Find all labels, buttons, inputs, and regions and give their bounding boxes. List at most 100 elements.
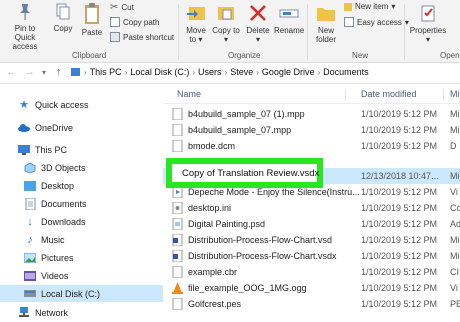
sidebar-item-desktop[interactable]: Desktop bbox=[0, 177, 182, 194]
sidebar-item-local-disk[interactable]: Local Disk (C:) bbox=[0, 285, 182, 302]
file-date: 1/10/2019 5:12 PM bbox=[361, 299, 438, 309]
sidebar-item-music[interactable]: ♪ Music bbox=[0, 231, 182, 248]
address-bar: ← → ▾ ↑ › This PC › Local Disk (C:) › Us… bbox=[0, 63, 460, 84]
file-date: 1/10/2019 5:12 PM bbox=[361, 235, 438, 245]
new-item-label: New item bbox=[355, 2, 389, 11]
clipboard-group-label: Clipboard bbox=[72, 51, 107, 60]
file-name: desktop.ini bbox=[188, 203, 232, 213]
sidebar-item-label: Desktop bbox=[41, 180, 75, 191]
file-type: Mi bbox=[450, 125, 460, 135]
copy-to-button[interactable]: Copy to ▾ bbox=[212, 2, 240, 44]
cube-icon bbox=[24, 162, 36, 174]
crumb-users[interactable]: Users bbox=[198, 67, 222, 77]
file-name: file_example_OOG_1MG.ogg bbox=[188, 283, 307, 293]
crumb-steve[interactable]: Steve bbox=[230, 67, 253, 77]
file-type: Ad bbox=[450, 219, 460, 229]
forward-arrow-icon[interactable]: → bbox=[24, 66, 35, 78]
desktop-folder-icon bbox=[24, 180, 36, 192]
file-date: 1/10/2019 5:12 PM bbox=[361, 141, 438, 151]
clipboard-icon bbox=[85, 3, 99, 24]
ribbon-divider bbox=[404, 4, 405, 60]
scissors-icon: ✂ bbox=[110, 2, 119, 13]
copy-path-button[interactable]: Copy path bbox=[110, 17, 159, 27]
copy-path-icon bbox=[110, 17, 120, 27]
easy-access-label: Easy access bbox=[357, 17, 402, 27]
paste-label: Paste bbox=[81, 28, 103, 37]
file-date: 1/10/2019 5:12 PM bbox=[361, 109, 438, 119]
sidebar-item-quick-access[interactable]: ★ Quick access bbox=[0, 96, 176, 113]
sidebar-item-3d-objects[interactable]: 3D Objects bbox=[0, 159, 182, 176]
highlighted-file-callout[interactable]: Copy of Translation Review.vsdx bbox=[166, 158, 323, 188]
new-folder-button[interactable]: New folder bbox=[311, 2, 341, 44]
recent-chevron-icon[interactable]: ▾ bbox=[42, 68, 46, 77]
file-list: Name Date modified Mi b4ubuild_sample_07… bbox=[163, 84, 460, 322]
ribbon-divider bbox=[178, 4, 179, 60]
file-row[interactable]: desktop.ini 1/10/2019 5:12 PM Co bbox=[163, 200, 460, 216]
breadcrumb-chevron-icon: › bbox=[256, 67, 259, 77]
sidebar-item-onedrive[interactable]: OneDrive bbox=[0, 119, 176, 136]
move-to-label: Move to bbox=[186, 26, 206, 44]
pin-label: Pin to Quick access bbox=[12, 24, 38, 51]
file-row[interactable]: example.cbr 1/10/2019 5:12 PM CI bbox=[163, 264, 460, 280]
rename-button[interactable]: Rename bbox=[274, 2, 304, 35]
crumb-google-drive[interactable]: Google Drive bbox=[262, 67, 315, 77]
file-row[interactable]: bmode.dcm 1/10/2019 5:12 PM D bbox=[163, 138, 460, 154]
sidebar-item-downloads[interactable]: ↓ Downloads bbox=[0, 213, 182, 230]
copy-button[interactable]: Copy bbox=[50, 2, 76, 33]
new-folder-icon bbox=[317, 8, 335, 21]
back-arrow-icon[interactable]: ← bbox=[6, 66, 17, 78]
properties-button[interactable]: Properties ▾ bbox=[408, 2, 448, 44]
move-to-button[interactable]: Move to ▾ bbox=[182, 2, 210, 44]
vlc-cone-icon bbox=[172, 282, 183, 294]
ribbon: Pin to Quick access Copy Paste ✂ Cut Cop… bbox=[0, 0, 460, 63]
sidebar-item-label: Quick access bbox=[35, 99, 89, 110]
sidebar-item-network[interactable]: Network bbox=[0, 304, 176, 321]
new-item-button[interactable]: New item ▾ bbox=[344, 2, 395, 11]
paste-shortcut-button[interactable]: Paste shortcut bbox=[110, 32, 174, 42]
ribbon-divider bbox=[307, 4, 308, 60]
document-file-icon bbox=[172, 298, 183, 310]
organize-group-label: Organize bbox=[228, 51, 261, 60]
copy-label: Copy bbox=[53, 24, 73, 33]
new-group-label: New bbox=[352, 51, 369, 60]
column-header-name[interactable]: Name bbox=[177, 89, 201, 99]
cloud-icon bbox=[18, 122, 30, 134]
file-row[interactable]: Digital Painting.psd 1/10/2019 5:12 PM A… bbox=[163, 216, 460, 232]
sidebar-item-videos[interactable]: Videos bbox=[0, 267, 182, 284]
sidebar-item-label: Local Disk (C:) bbox=[41, 288, 101, 299]
sidebar-item-pictures[interactable]: Pictures bbox=[0, 249, 182, 266]
file-row[interactable]: b4ubuild_sample_07.mpp 1/10/2019 5:12 PM… bbox=[163, 122, 460, 138]
file-date: 1/10/2019 5:12 PM bbox=[361, 219, 438, 229]
file-row[interactable]: Golfcrest.pes 1/10/2019 5:12 PM PE bbox=[163, 296, 460, 312]
music-icon: ♪ bbox=[27, 233, 33, 246]
sidebar-item-label: Pictures bbox=[41, 252, 74, 263]
cut-button[interactable]: ✂ Cut bbox=[110, 2, 134, 13]
sidebar-item-label: Network bbox=[35, 307, 69, 318]
paste-button[interactable]: Paste bbox=[78, 2, 106, 37]
sidebar-item-documents[interactable]: Documents bbox=[0, 195, 182, 212]
column-header-date[interactable]: Date modified bbox=[361, 89, 417, 99]
delete-button[interactable]: Delete ▾ bbox=[244, 2, 272, 44]
sidebar-item-this-pc[interactable]: This PC bbox=[0, 141, 176, 158]
column-header-type[interactable]: Mi bbox=[450, 89, 460, 99]
file-type: Co bbox=[450, 203, 460, 213]
easy-access-button[interactable]: Easy access ▾ bbox=[344, 17, 409, 27]
file-row[interactable]: Distribution-Process-Flow-Chart.vsdx 1/1… bbox=[163, 248, 460, 264]
file-name: Golfcrest.pes bbox=[188, 299, 242, 309]
file-row[interactable]: b4ubuild_sample_07 (1).mpp 1/10/2019 5:1… bbox=[163, 106, 460, 122]
crumb-local-disk[interactable]: Local Disk (C:) bbox=[130, 67, 189, 77]
crumb-documents[interactable]: Documents bbox=[323, 67, 369, 77]
file-name: example.cbr bbox=[188, 267, 238, 277]
copy-folder-icon bbox=[218, 7, 234, 20]
file-row[interactable]: Distribution-Process-Flow-Chart.vsd 1/10… bbox=[163, 232, 460, 248]
crumb-this-pc[interactable]: This PC bbox=[90, 67, 122, 77]
pin-quick-access-button[interactable]: Pin to Quick access bbox=[4, 2, 46, 51]
documents-icon bbox=[24, 197, 36, 210]
file-date: 1/10/2019 5:12 PM bbox=[361, 251, 438, 261]
visio-file-icon bbox=[172, 250, 183, 262]
document-file-icon bbox=[172, 124, 183, 136]
file-name: Distribution-Process-Flow-Chart.vsdx bbox=[188, 251, 337, 261]
up-arrow-icon[interactable]: ↑ bbox=[56, 66, 62, 78]
file-row[interactable]: file_example_OOG_1MG.ogg 1/10/2019 5:12 … bbox=[163, 280, 460, 296]
image-file-icon bbox=[172, 218, 183, 230]
